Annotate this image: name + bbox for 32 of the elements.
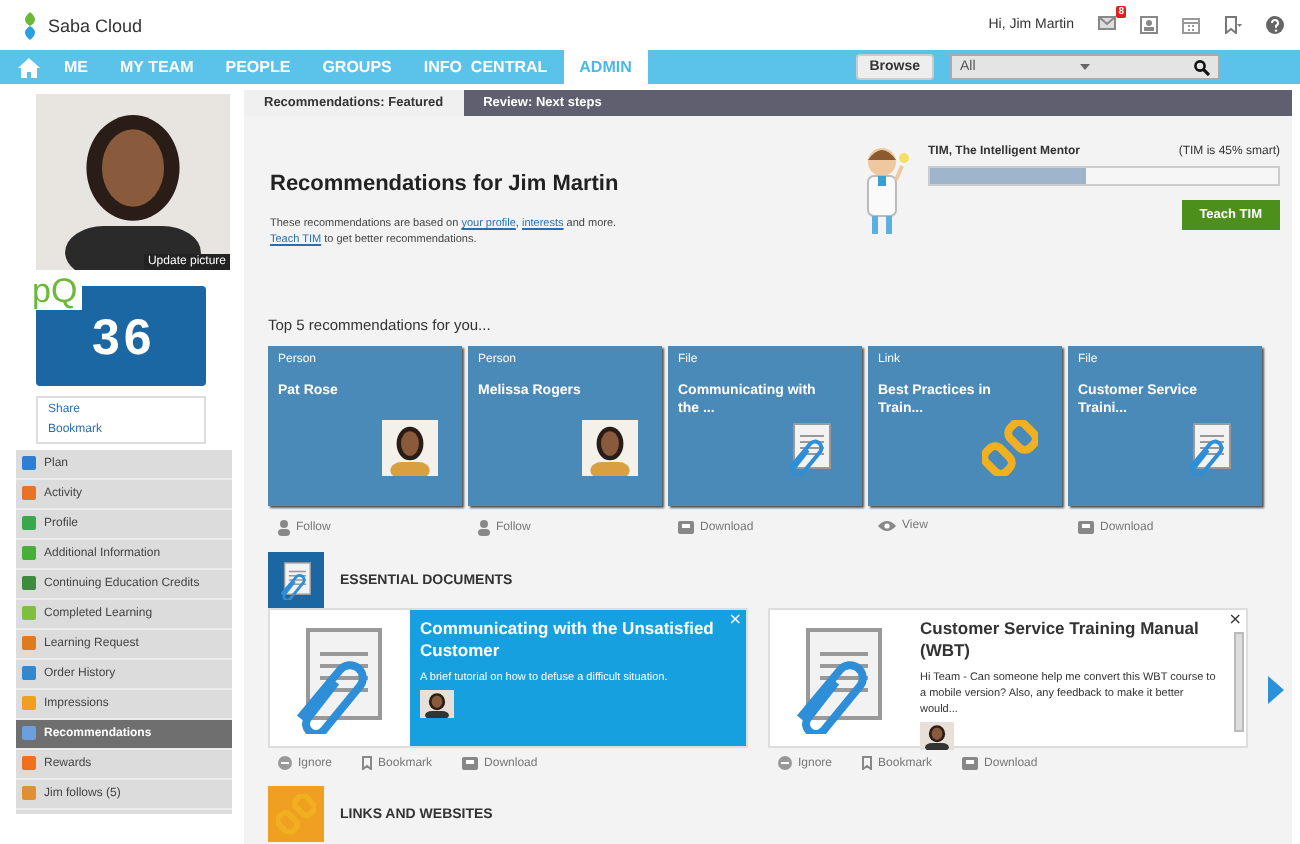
chain-link-icon <box>982 420 1038 476</box>
close-button[interactable]: × <box>1228 610 1242 628</box>
person-icon <box>278 520 290 536</box>
tray-icon <box>678 520 694 534</box>
score-logo: pQ <box>32 274 82 310</box>
bookmark-icon <box>362 756 373 770</box>
scrollbar[interactable] <box>1234 632 1244 732</box>
tray-icon <box>962 756 979 770</box>
document-title: Customer Service Training Manual (WBT) <box>920 618 1201 662</box>
score-value: 36 <box>92 310 156 368</box>
tray-icon <box>462 756 479 770</box>
minus-circle-icon <box>278 756 292 770</box>
page-title: Recommendations for Jim Martin <box>270 172 621 196</box>
search-icon[interactable] <box>1194 59 1210 75</box>
home-icon[interactable] <box>17 57 39 77</box>
help-icon[interactable] <box>1266 16 1284 34</box>
bookmark-icon <box>862 756 873 770</box>
bookmark-icon[interactable] <box>1224 16 1242 34</box>
leaf-logo-icon <box>20 11 40 39</box>
tray-icon <box>1078 520 1094 534</box>
minus-circle-icon <box>778 756 792 770</box>
eye-icon <box>878 520 896 532</box>
calendar-icon[interactable] <box>1182 16 1200 34</box>
logo-text: Saba Cloud <box>48 15 143 35</box>
document-title: Communicating with the Unsatisfied Customer <box>420 618 716 662</box>
caret-icon <box>1079 64 1090 70</box>
contact-card-icon[interactable] <box>1140 16 1158 34</box>
document-clip-icon <box>276 560 316 600</box>
next-arrow-icon[interactable] <box>1268 675 1284 703</box>
person-icon <box>478 520 490 536</box>
close-button[interactable]: × <box>728 610 742 628</box>
mail-icon[interactable] <box>1098 16 1116 30</box>
